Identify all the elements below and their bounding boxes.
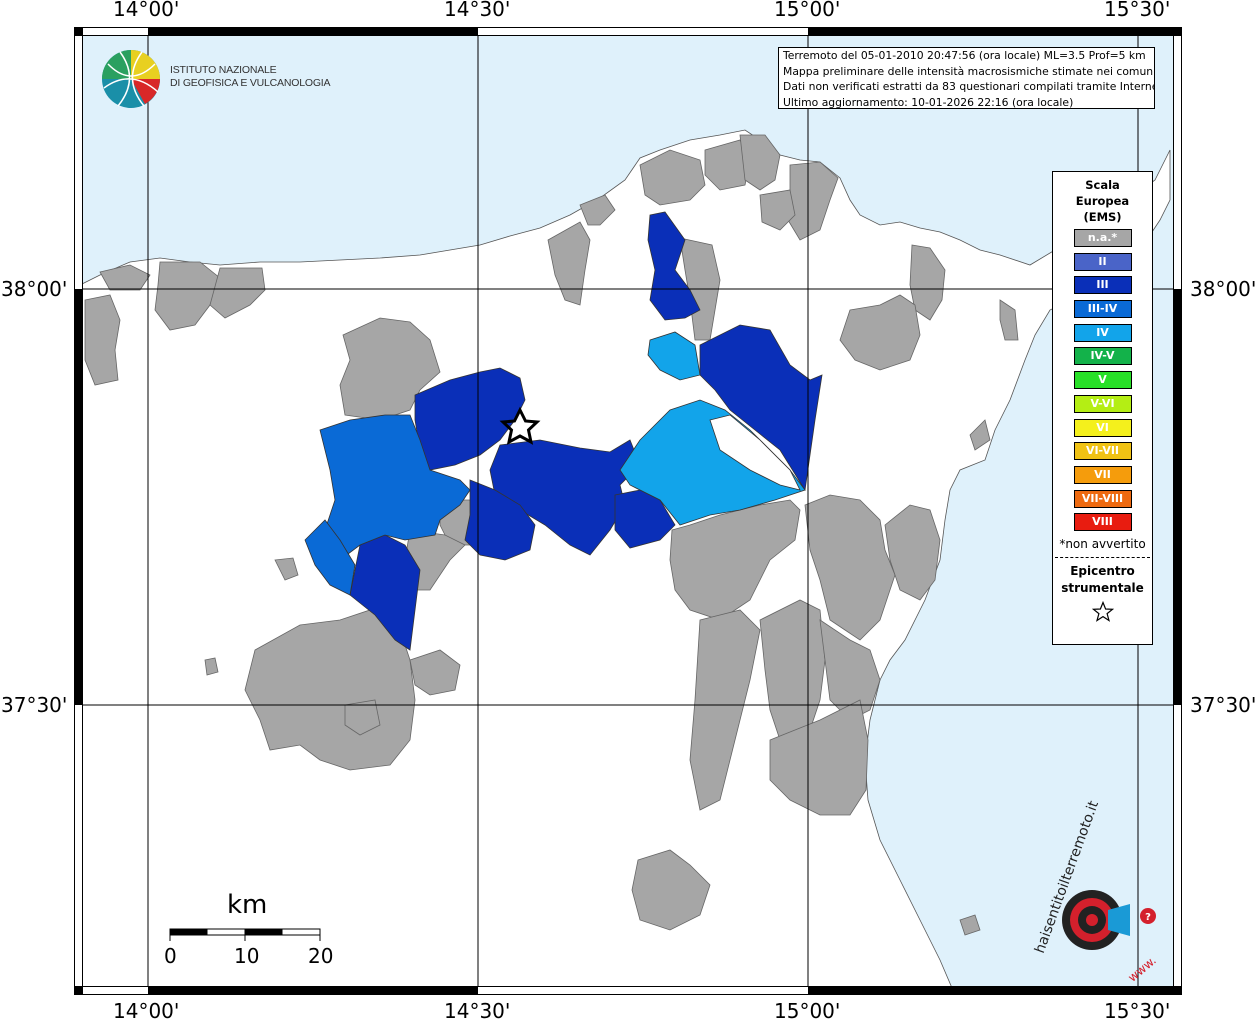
scale-bar-graphic [169,928,321,941]
frame-bottom-segment [478,987,808,994]
ems-legend: Scala Europea (EMS) n.a.* II III III-IV IV IV… [1052,171,1153,645]
lon-label-top-14-30: 14°30' [444,0,511,21]
lon-label-bottom-15-30: 15°30' [1104,999,1171,1023]
legend-item-v: V [1073,371,1132,390]
legend-item-n-a: n.a.* [1073,229,1132,247]
legend-item-ii: II [1073,252,1132,271]
legend-item-vi: VI [1073,418,1132,437]
lat-label-right-38-00: 38°00' [1190,277,1255,301]
legend-note: *non avvertito [1059,537,1146,552]
legend-title: Scala Europea (EMS) [1053,177,1152,225]
lon-label-top-15-30: 15°30' [1104,0,1171,21]
legend-title-line: Europea [1075,194,1130,208]
lon-label-top-14-00: 14°00' [113,0,180,21]
lat-label-right-37-30: 37°30' [1190,693,1255,717]
scale-bar: km 0 10 20 [160,888,340,968]
legend-item-iv-v: IV-V [1073,347,1132,366]
legend-epicenter-line: strumentale [1061,581,1144,596]
legend-star-icon [1053,601,1152,627]
event-info-box: Terremoto del 05-01-2010 20:47:56 (ora l… [778,47,1155,109]
event-info-line: Terremoto del 05-01-2010 20:47:56 (ora l… [783,49,1146,62]
legend-epicenter-line: Epicentro [1070,564,1135,579]
frame-left-segment [75,36,82,289]
lon-label-bottom-14-00: 14°00' [113,999,180,1023]
legend-item-vi-vii: VI-VII [1073,442,1132,461]
event-info-line: Mappa preliminare delle intensità macros… [783,64,1155,78]
frame-bottom-segment [83,987,148,994]
legend-items: n.a.* II III III-IV IV IV-V V V-VI VI VI-VII VII VI… [1053,229,1152,532]
map-svg [74,27,1182,995]
scale-label: 0 [164,944,177,968]
ingv-name-line1: ISTITUTO NAZIONALE [170,64,277,76]
lon-label-bottom-15-00: 15°00' [774,999,841,1023]
ingv-name-line2: DI GEOFISICA E VULCANOLOGIA [170,77,331,89]
legend-item-iii: III [1073,276,1132,295]
frame-top-segment [478,28,808,35]
event-info-line: Ultimo aggiornamento: 10-01-2026 22:16 (… [783,95,1074,109]
event-info-line: Dati non verificati estratti da 83 quest… [783,80,1155,93]
lat-label-left-37-30: 37°30' [1,693,68,717]
legend-item-vii: VII [1073,465,1132,484]
map-area[interactable] [74,27,1182,995]
legend-item-v-vi: V-VI [1073,394,1132,413]
frame-right-segment [1174,705,1181,986]
scale-label: 10 [234,944,260,968]
legend-separator [1055,557,1150,559]
frame-left-segment [75,705,82,986]
scale-label: 20 [308,944,334,968]
frame-right-segment [1174,36,1181,289]
legend-item-viii: VIII [1073,513,1132,532]
legend-item-iii-iv: III-IV [1073,300,1132,319]
legend-title-line: Scala [1085,178,1120,192]
legend-item-iv: IV [1073,323,1132,342]
ingv-logo-text: ISTITUTO NAZIONALE DI GEOFISICA E VULCAN… [170,64,331,90]
legend-epicenter-label: Epicentro strumentale [1053,563,1152,597]
legend-title-line: (EMS) [1083,210,1122,224]
svg-text:?: ? [1145,912,1151,923]
lat-label-left-38-00: 38°00' [1,277,68,301]
lon-label-top-15-00: 15°00' [774,0,841,21]
frame-top-segment [83,28,148,35]
lon-label-bottom-14-30: 14°30' [444,999,511,1023]
ingv-logo [100,48,162,114]
legend-item-vii-viii: VII-VIII [1073,489,1132,508]
haisentito-logo: ? haisentitoilterremoto.it www. [1030,799,1160,985]
